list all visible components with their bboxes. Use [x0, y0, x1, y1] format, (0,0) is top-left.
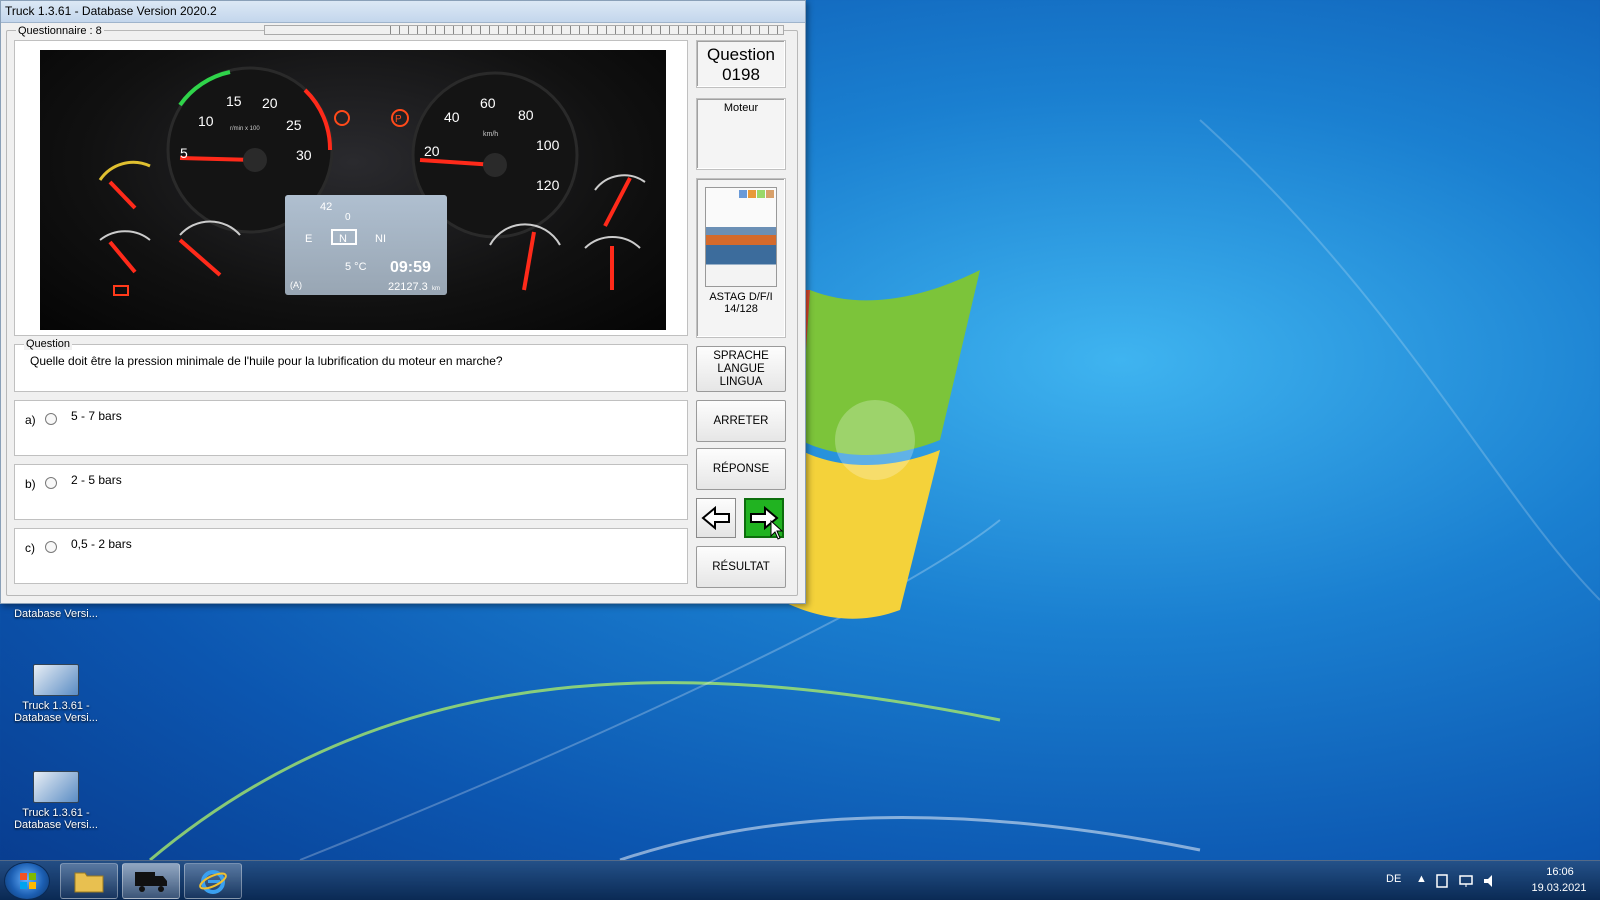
- svg-text:km/h: km/h: [483, 131, 498, 138]
- mouse-cursor-icon: [770, 520, 784, 540]
- book-title: ASTAG D/F/I: [709, 291, 773, 303]
- answer-radio-a[interactable]: [45, 413, 57, 425]
- arrow-left-icon: [701, 506, 730, 530]
- result-button[interactable]: RÉSULTAT: [696, 546, 786, 588]
- taskbar-internet-explorer[interactable]: [184, 863, 242, 899]
- window-title: Truck 1.3.61 - Database Version 2020.2: [1, 1, 805, 23]
- desktop-shortcut-2[interactable]: Truck 1.3.61 - Database Versi...: [10, 664, 102, 724]
- answer-letter: c): [25, 541, 35, 555]
- truck-icon: [135, 872, 167, 892]
- question-number: 0198: [722, 65, 760, 84]
- show-hidden-icons[interactable]: ▲: [1416, 873, 1427, 885]
- stop-button[interactable]: ARRETER: [696, 400, 786, 442]
- previous-button[interactable]: [696, 498, 736, 538]
- svg-text:80: 80: [518, 107, 534, 123]
- svg-text:15: 15: [226, 93, 242, 109]
- svg-text:100: 100: [536, 137, 560, 153]
- svg-text:120: 120: [536, 177, 560, 193]
- desktop-shortcut-label: Database Versi...: [14, 712, 98, 724]
- windows-logo: [780, 270, 980, 619]
- answer-text: 2 - 5 bars: [71, 473, 122, 487]
- desktop-shortcut-3[interactable]: Truck 1.3.61 - Database Versi...: [10, 771, 102, 831]
- start-button[interactable]: [4, 862, 50, 900]
- folder-icon: [74, 872, 104, 893]
- answer-row-a: a) 5 - 7 bars: [14, 400, 688, 456]
- seatbelt-warning-icon: [334, 110, 350, 126]
- answer-radio-c[interactable]: [45, 541, 57, 553]
- svg-text:09:59: 09:59: [390, 259, 431, 276]
- answer-button[interactable]: RÉPONSE: [696, 448, 786, 490]
- svg-text:r/min x 100: r/min x 100: [230, 126, 260, 132]
- answer-letter: a): [25, 413, 36, 427]
- progress-bar: [264, 25, 784, 35]
- taskbar-explorer[interactable]: [60, 863, 118, 899]
- book-cover-image: [705, 187, 777, 287]
- svg-text:P: P: [395, 114, 402, 125]
- book-category-tags: [739, 190, 774, 198]
- desktop-shortcut-label: Database Versi...: [14, 819, 98, 831]
- answer-letter: b): [25, 477, 36, 491]
- desktop-shortcut-label: Database Versi...: [14, 608, 98, 620]
- desktop-shortcut-1[interactable]: Database Versi...: [10, 608, 102, 620]
- questionnaire-label: Questionnaire : 8: [16, 25, 104, 37]
- svg-text:60: 60: [480, 95, 496, 111]
- language-indicator[interactable]: DE: [1386, 873, 1401, 885]
- answer-row-c: c) 0,5 - 2 bars: [14, 528, 688, 584]
- internet-explorer-icon: [199, 870, 227, 894]
- answer-text: 0,5 - 2 bars: [71, 537, 132, 551]
- desktop-shortcut-label: Truck 1.3.61 -: [22, 807, 90, 819]
- question-text: Quelle doit être la pression minimale de…: [30, 354, 503, 368]
- svg-text:30: 30: [296, 147, 312, 163]
- svg-text:40: 40: [444, 109, 460, 125]
- language-button[interactable]: SPRACHE LANGUE LINGUA: [696, 346, 786, 392]
- answer-row-b: b) 2 - 5 bars: [14, 464, 688, 520]
- book-page: 14/128: [724, 303, 758, 315]
- device-icon[interactable]: [1434, 873, 1450, 889]
- category-box: Moteur: [696, 98, 786, 170]
- desktop-shortcut-label: Truck 1.3.61 -: [22, 700, 90, 712]
- truck-app-icon: [33, 771, 79, 803]
- answer-text: 5 - 7 bars: [71, 409, 122, 423]
- svg-text:20: 20: [424, 143, 440, 159]
- battery-warning-icon: [113, 285, 129, 296]
- windows-start-icon: [20, 873, 36, 889]
- svg-text:20: 20: [262, 95, 278, 111]
- svg-text:N: N: [339, 233, 347, 245]
- svg-text:(A): (A): [290, 280, 302, 290]
- network-icon[interactable]: [1458, 873, 1474, 889]
- category-label: Moteur: [723, 102, 759, 114]
- clock-date[interactable]: 19.03.2021: [1524, 882, 1594, 894]
- svg-text:0: 0: [345, 212, 351, 223]
- taskbar: DE ▲ 16:06 19.03.2021: [0, 860, 1600, 900]
- dashboard-image: 5 10 15 20 25 30 r/min x 100 P 20 40 60 …: [40, 50, 666, 330]
- question-legend: Question: [24, 338, 73, 350]
- svg-text:km: km: [432, 286, 440, 292]
- svg-text:E: E: [305, 233, 312, 245]
- svg-text:22127.3: 22127.3: [388, 281, 428, 293]
- center-display: 42 0 E N NI 5 °C 09:59 (A) 22127.3 km: [285, 195, 447, 295]
- clock-time[interactable]: 16:06: [1532, 866, 1588, 878]
- taskbar-truck-app[interactable]: [122, 863, 180, 899]
- progress-fill: [265, 26, 390, 34]
- answer-radio-b[interactable]: [45, 477, 57, 489]
- volume-icon[interactable]: [1482, 873, 1498, 889]
- svg-text:5: 5: [180, 145, 188, 161]
- truck-app-icon: [33, 664, 79, 696]
- svg-text:10: 10: [198, 113, 214, 129]
- svg-text:5 °C: 5 °C: [345, 261, 367, 273]
- question-box: [14, 344, 688, 392]
- question-number-box: Question 0198: [696, 40, 786, 88]
- reference-book-box: ASTAG D/F/I 14/128: [696, 178, 786, 338]
- svg-text:25: 25: [286, 117, 302, 133]
- svg-text:42: 42: [320, 201, 332, 213]
- question-heading: Question: [706, 45, 776, 64]
- dashboard-drawing: 5 10 15 20 25 30 r/min x 100 P 20 40 60 …: [98, 66, 646, 296]
- svg-text:NI: NI: [375, 233, 386, 245]
